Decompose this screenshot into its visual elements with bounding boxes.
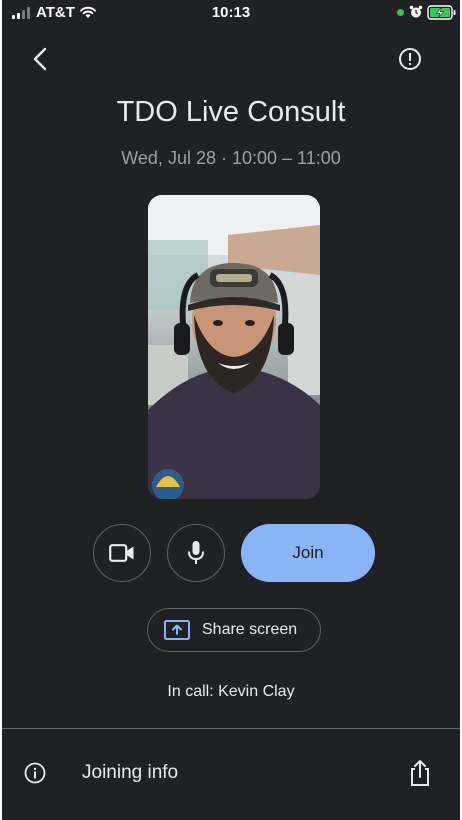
in-call-names: Kevin Clay: [218, 683, 295, 700]
share-screen-button[interactable]: Share screen: [147, 608, 321, 652]
in-call-prefix: In call:: [167, 683, 219, 700]
status-bar: AT&T 10:13: [2, 0, 460, 26]
microphone-icon: [188, 541, 204, 564]
meeting-join-screen: AT&T 10:13 TDO Live Consult Wed, Jul 28 …: [2, 0, 460, 820]
chevron-left-icon[interactable]: [28, 46, 54, 72]
info-icon: [24, 762, 46, 784]
share-out-icon[interactable]: [408, 759, 432, 787]
joining-info-row[interactable]: Joining info: [2, 729, 460, 817]
meeting-title: TDO Live Consult: [116, 96, 346, 128]
exclamation-circle-icon[interactable]: [398, 47, 422, 71]
battery-charging-icon: [427, 5, 456, 20]
meeting-schedule: Wed, Jul 28 · 10:00 – 11:00: [121, 148, 341, 168]
camera-in-use-dot: [397, 9, 404, 16]
in-call-participants: In call: Kevin Clay: [2, 683, 460, 701]
video-camera-icon: [109, 544, 134, 562]
alarm-icon: [409, 5, 423, 18]
microphone-toggle-button[interactable]: [167, 524, 225, 582]
present-screen-icon: [164, 620, 190, 640]
joining-info-label: Joining info: [82, 762, 179, 783]
share-screen-label: Share screen: [202, 621, 298, 638]
self-video-preview: [148, 195, 320, 499]
clock-time: 10:13: [211, 4, 251, 21]
join-button[interactable]: Join: [241, 524, 375, 582]
camera-toggle-button[interactable]: [93, 524, 151, 582]
self-video-frame: [148, 195, 320, 499]
